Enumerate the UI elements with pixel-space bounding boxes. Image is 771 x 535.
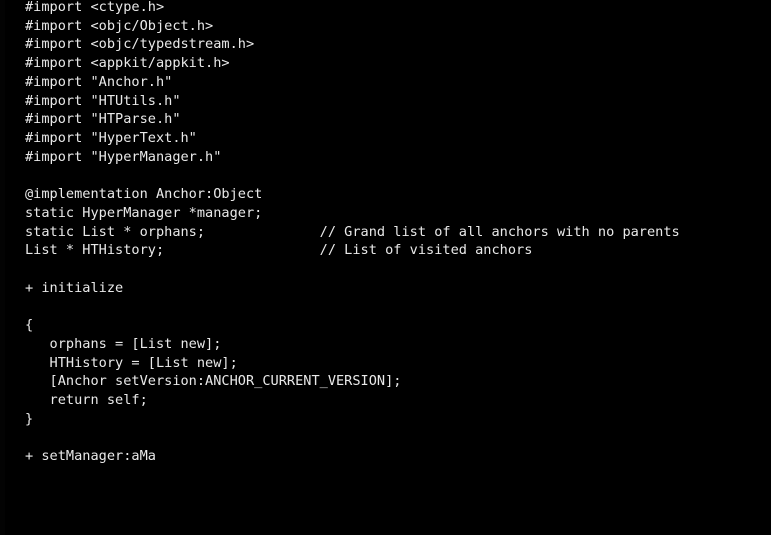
code-line: List * HTHistory; // List of visited anc…	[25, 241, 680, 260]
code-line: }	[25, 410, 680, 429]
code-line: {	[25, 316, 680, 335]
code-line: HTHistory = [List new];	[25, 354, 680, 373]
code-line: orphans = [List new];	[25, 335, 680, 354]
code-line	[25, 429, 680, 448]
code-line: return self;	[25, 391, 680, 410]
code-line: #import <objc/Object.h>	[25, 17, 680, 36]
code-line: #import "HyperManager.h"	[25, 148, 680, 167]
code-viewer[interactable]: #import <ctype.h>#import <objc/Object.h>…	[0, 0, 771, 535]
code-line: + setManager:aMa	[25, 447, 680, 466]
code-line	[25, 260, 680, 279]
code-line	[25, 298, 680, 317]
code-line: #import "Anchor.h"	[25, 73, 680, 92]
code-line: static HyperManager *manager;	[25, 204, 680, 223]
code-line: static List * orphans; // Grand list of …	[25, 223, 680, 242]
left-gutter-edge	[0, 0, 5, 535]
code-line: #import <appkit/appkit.h>	[25, 54, 680, 73]
code-line: [Anchor setVersion:ANCHOR_CURRENT_VERSIO…	[25, 372, 680, 391]
code-line: + initialize	[25, 279, 680, 298]
code-line: #import <ctype.h>	[25, 0, 680, 17]
code-line: @implementation Anchor:Object	[25, 185, 680, 204]
code-line: #import "HTUtils.h"	[25, 92, 680, 111]
code-line: #import "HyperText.h"	[25, 129, 680, 148]
source-code-text[interactable]: #import <ctype.h>#import <objc/Object.h>…	[25, 0, 680, 466]
code-line: #import "HTParse.h"	[25, 110, 680, 129]
code-line: #import <objc/typedstream.h>	[25, 35, 680, 54]
code-line	[25, 166, 680, 185]
